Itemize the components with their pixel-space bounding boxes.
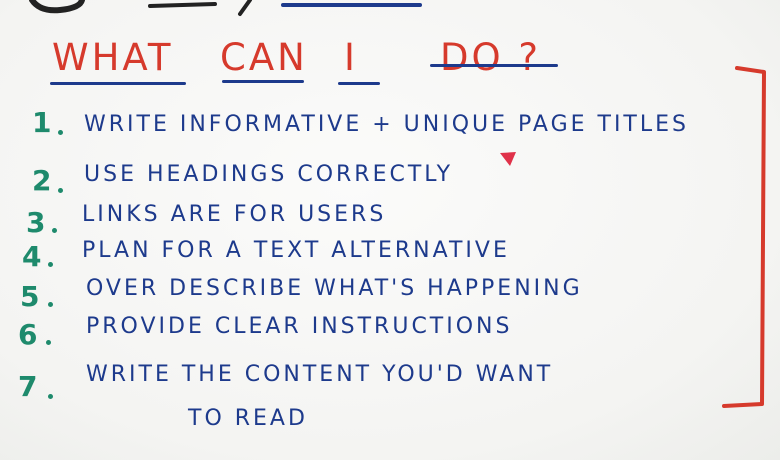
whiteboard: WHAT CAN I DO ? 1 WRITE INFORMATIVE + UN…	[0, 0, 780, 460]
red-bracket	[722, 66, 766, 408]
